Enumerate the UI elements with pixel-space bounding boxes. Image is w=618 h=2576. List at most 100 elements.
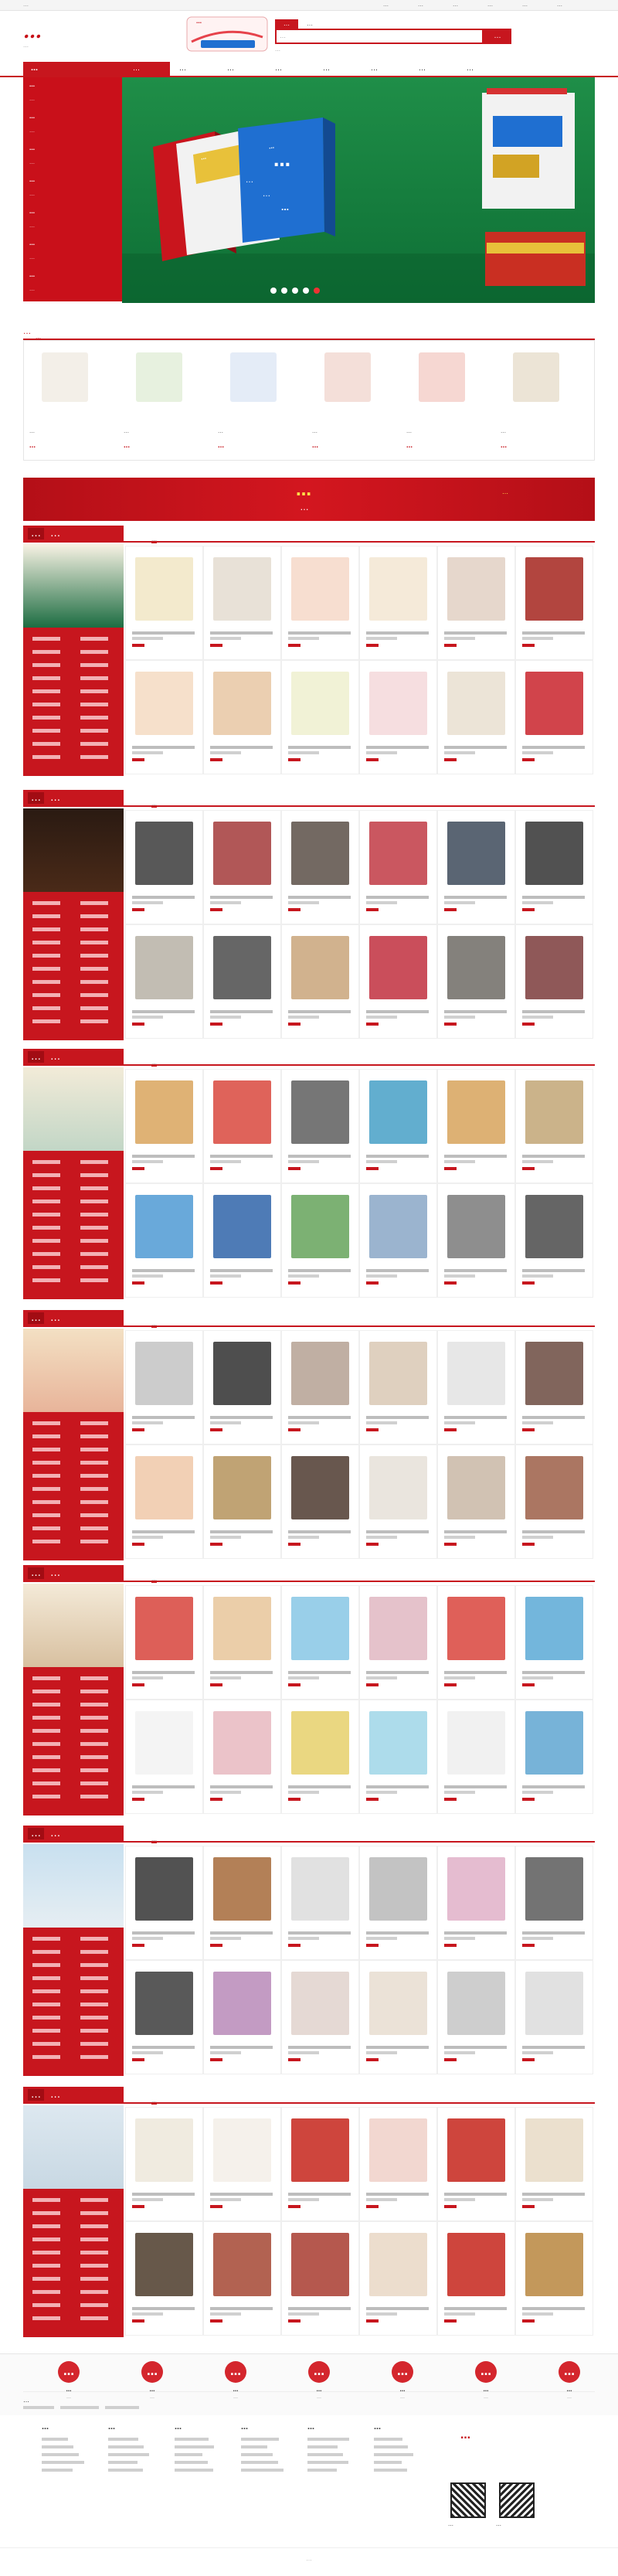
friend-link-3[interactable] (105, 2406, 139, 2409)
floor-category-link[interactable] (32, 901, 60, 905)
product-tile[interactable] (515, 1445, 593, 1559)
floor-category-link[interactable] (80, 1461, 108, 1465)
product-tile[interactable] (281, 1585, 359, 1700)
product-image[interactable] (291, 1456, 349, 1519)
product-tile[interactable] (203, 660, 281, 774)
product-tile[interactable] (203, 2221, 281, 2336)
product-image[interactable] (291, 1972, 349, 2035)
product-tile[interactable] (125, 1069, 203, 1183)
floor-category-link[interactable] (80, 1937, 108, 1941)
floor-category-link[interactable] (32, 1200, 60, 1203)
product-name[interactable] (210, 2193, 273, 2196)
floor-category-link[interactable] (80, 1434, 108, 1438)
product-name[interactable] (366, 631, 429, 635)
floor-category-link[interactable] (32, 1186, 60, 1190)
product-tile[interactable] (125, 1330, 203, 1445)
product-tile[interactable] (359, 1445, 437, 1559)
top-link-4[interactable]: … (487, 2, 493, 8)
floor-category-link[interactable] (80, 2303, 108, 2307)
floor-category-link[interactable] (32, 1160, 60, 1164)
floor-category-link[interactable] (80, 1421, 108, 1425)
floor-category-link[interactable] (80, 663, 108, 667)
product-image[interactable] (291, 1857, 349, 1921)
product-image[interactable] (291, 2233, 349, 2296)
footer-link[interactable] (241, 2469, 284, 2472)
product-image[interactable] (213, 1342, 271, 1405)
hot-product-4[interactable]: … … (309, 348, 396, 456)
product-image[interactable] (213, 2233, 271, 2296)
product-name[interactable] (444, 1269, 507, 1272)
product-name[interactable] (210, 1785, 273, 1788)
product-name[interactable] (288, 2193, 351, 2196)
friend-link-2[interactable] (60, 2406, 99, 2409)
product-name[interactable] (210, 2307, 273, 2310)
product-tile[interactable] (359, 660, 437, 774)
hot-product-name[interactable]: … (312, 428, 392, 434)
product-tile[interactable] (515, 1183, 593, 1298)
product-tile[interactable] (515, 1700, 593, 1814)
product-name[interactable] (366, 1155, 429, 1158)
product-tile[interactable] (359, 1846, 437, 1960)
product-name[interactable] (132, 2307, 195, 2310)
product-name[interactable] (366, 896, 429, 899)
product-tile[interactable] (281, 810, 359, 924)
banner-dot-2[interactable] (281, 288, 287, 294)
product-image[interactable] (369, 1972, 427, 2035)
product-tile[interactable] (125, 660, 203, 774)
floor-category-link[interactable] (32, 2303, 60, 2307)
floor-category-link[interactable] (80, 637, 108, 641)
floor-category-link[interactable] (32, 2003, 60, 2006)
product-name[interactable] (366, 1785, 429, 1788)
cat-item-7[interactable]: … (29, 177, 35, 183)
product-tile[interactable] (203, 810, 281, 924)
cat-item-10[interactable]: … (29, 223, 35, 229)
floor-ad-image[interactable] (23, 808, 124, 892)
product-tile[interactable] (281, 1069, 359, 1183)
top-link-1[interactable]: … (383, 2, 389, 8)
product-name[interactable] (210, 896, 273, 899)
floor-category-link[interactable] (80, 1703, 108, 1707)
footer-link[interactable] (175, 2461, 208, 2464)
floor-category-link[interactable] (80, 1019, 108, 1023)
product-name[interactable] (288, 1785, 351, 1788)
product-image[interactable] (213, 1080, 271, 1144)
hot-product-image[interactable] (42, 352, 88, 402)
floor-category-link[interactable] (80, 2237, 108, 2241)
product-image[interactable] (291, 1597, 349, 1660)
floor-category-link[interactable] (32, 1989, 60, 1993)
product-name[interactable] (444, 2193, 507, 2196)
site-logo[interactable]: … (23, 20, 42, 43)
floor-category-link[interactable] (32, 2042, 60, 2046)
product-image[interactable] (447, 2118, 505, 2182)
product-image[interactable] (369, 1711, 427, 1775)
product-image[interactable] (135, 2118, 193, 2182)
product-image[interactable] (525, 936, 583, 999)
hot-product-name[interactable]: … (406, 428, 487, 434)
footer-link[interactable] (108, 2469, 143, 2472)
floor-category-link[interactable] (80, 716, 108, 720)
nav-item-7[interactable]: … (419, 65, 426, 73)
product-name[interactable] (288, 746, 351, 749)
floor-category-link[interactable] (32, 1976, 60, 1980)
product-image[interactable] (369, 1597, 427, 1660)
product-name[interactable] (288, 1155, 351, 1158)
product-tile[interactable] (515, 924, 593, 1039)
product-name[interactable] (366, 1931, 429, 1935)
product-tile[interactable] (437, 1846, 515, 1960)
product-image[interactable] (447, 557, 505, 621)
product-tile[interactable] (125, 924, 203, 1039)
product-name[interactable] (132, 1530, 195, 1533)
product-image[interactable] (369, 936, 427, 999)
product-image[interactable] (447, 1972, 505, 2035)
floor-tab[interactable]: … (151, 536, 157, 543)
footer-link[interactable] (175, 2445, 214, 2448)
footer-link[interactable] (175, 2438, 209, 2441)
product-tile[interactable] (515, 1069, 593, 1183)
product-tile[interactable] (125, 810, 203, 924)
product-image[interactable] (369, 672, 427, 735)
floor-category-link[interactable] (32, 650, 60, 654)
top-link-5[interactable]: … (522, 2, 528, 8)
cat-item-3[interactable]: … (29, 114, 35, 120)
product-image[interactable] (369, 1080, 427, 1144)
floor-category-link[interactable] (80, 2003, 108, 2006)
